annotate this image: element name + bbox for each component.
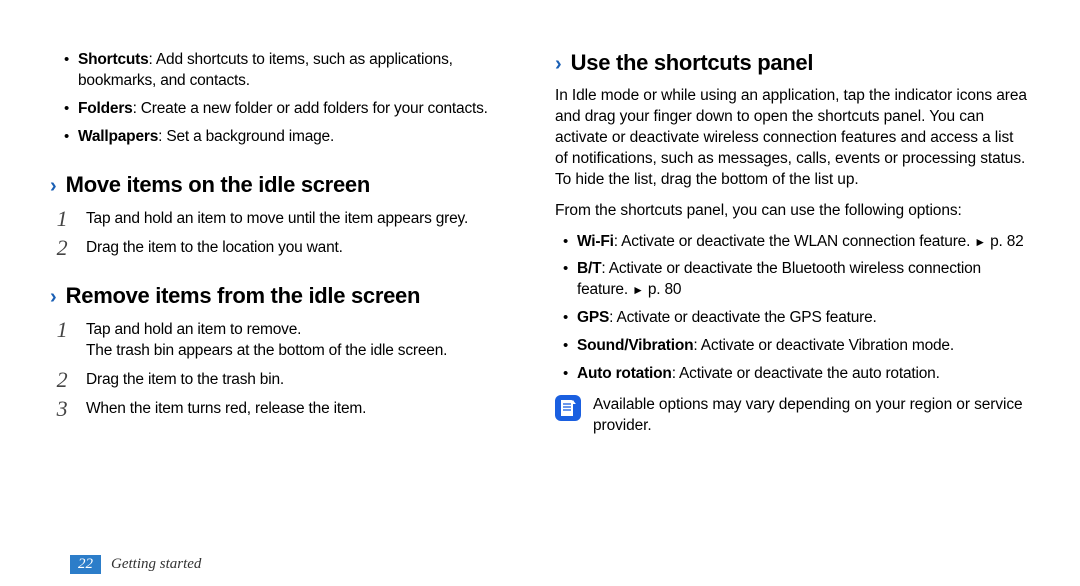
step-number: 1	[50, 319, 74, 362]
list-item: Folders: Create a new folder or add fold…	[60, 99, 525, 120]
step-number: 3	[50, 398, 74, 420]
term-label: Wi-Fi	[577, 233, 614, 250]
page-number: 22	[70, 555, 101, 574]
list-item: GPS: Activate or deactivate the GPS feat…	[559, 308, 1030, 329]
paragraph: From the shortcuts panel, you can use th…	[555, 201, 1030, 222]
step-item: 3 When the item turns red, release the i…	[50, 398, 525, 420]
term-label: Shortcuts	[78, 51, 149, 68]
options-bullet-list: Wi-Fi: Activate or deactivate the WLAN c…	[555, 232, 1030, 386]
chapter-title: Getting started	[111, 556, 201, 573]
term-label: Folders	[78, 100, 133, 117]
step-item: 2 Drag the item to the location you want…	[50, 237, 525, 259]
page-footer: 22 Getting started	[70, 555, 201, 574]
step-number: 1	[50, 208, 74, 230]
list-item: Wi-Fi: Activate or deactivate the WLAN c…	[559, 232, 1030, 253]
intro-bullet-list: Shortcuts: Add shortcuts to items, such …	[50, 50, 525, 148]
left-column: Shortcuts: Add shortcuts to items, such …	[50, 50, 525, 536]
step-item: 1 Tap and hold an item to move until the…	[50, 208, 525, 230]
list-item: Auto rotation: Activate or deactivate th…	[559, 364, 1030, 385]
heading-use-shortcuts: › Use the shortcuts panel	[555, 50, 1030, 76]
list-item: B/T: Activate or deactivate the Bluetoot…	[559, 259, 1030, 301]
term-desc: : Activate or deactivate the auto rotati…	[672, 365, 940, 382]
term-desc: : Activate or deactivate the GPS feature…	[609, 309, 877, 326]
move-steps: 1 Tap and hold an item to move until the…	[50, 208, 525, 259]
term-desc: : Activate or deactivate the WLAN connec…	[614, 233, 975, 250]
step-number: 2	[50, 369, 74, 391]
step-text: When the item turns red, release the ite…	[86, 398, 525, 420]
step-item: 1 Tap and hold an item to remove. The tr…	[50, 319, 525, 362]
right-column: › Use the shortcuts panel In Idle mode o…	[555, 50, 1030, 536]
term-desc: : Set a background image.	[158, 128, 334, 145]
chevron-icon: ›	[555, 53, 562, 76]
heading-move-items: › Move items on the idle screen	[50, 172, 525, 198]
term-label: Sound/Vibration	[577, 337, 693, 354]
note-text: Available options may vary depending on …	[593, 395, 1030, 437]
chevron-icon: ›	[50, 175, 57, 198]
list-item: Wallpapers: Set a background image.	[60, 127, 525, 148]
page-ref: p. 80	[648, 281, 681, 298]
heading-text: Remove items from the idle screen	[66, 283, 420, 309]
step-item: 2 Drag the item to the trash bin.	[50, 369, 525, 391]
term-label: B/T	[577, 260, 601, 277]
term-label: Auto rotation	[577, 365, 672, 382]
heading-text: Move items on the idle screen	[66, 172, 370, 198]
triangle-icon: ►	[632, 283, 644, 297]
step-text: Drag the item to the location you want.	[86, 237, 525, 259]
step-text: Tap and hold an item to move until the i…	[86, 208, 525, 230]
heading-text: Use the shortcuts panel	[571, 50, 814, 76]
note-block: Available options may vary depending on …	[555, 395, 1030, 437]
triangle-icon: ►	[974, 234, 986, 248]
list-item: Sound/Vibration: Activate or deactivate …	[559, 336, 1030, 357]
page-body: Shortcuts: Add shortcuts to items, such …	[0, 0, 1080, 536]
step-text: Drag the item to the trash bin.	[86, 369, 525, 391]
step-number: 2	[50, 237, 74, 259]
paragraph: In Idle mode or while using an applicati…	[555, 86, 1030, 191]
chevron-icon: ›	[50, 286, 57, 309]
step-text: Tap and hold an item to remove. The tras…	[86, 319, 525, 362]
term-label: Wallpapers	[78, 128, 158, 145]
note-icon	[555, 395, 581, 421]
term-desc: : Activate or deactivate Vibration mode.	[693, 337, 954, 354]
heading-remove-items: › Remove items from the idle screen	[50, 283, 525, 309]
page-ref: p. 82	[990, 233, 1023, 250]
list-item: Shortcuts: Add shortcuts to items, such …	[60, 50, 525, 92]
term-desc: : Create a new folder or add folders for…	[133, 100, 488, 117]
term-label: GPS	[577, 309, 609, 326]
remove-steps: 1 Tap and hold an item to remove. The tr…	[50, 319, 525, 420]
